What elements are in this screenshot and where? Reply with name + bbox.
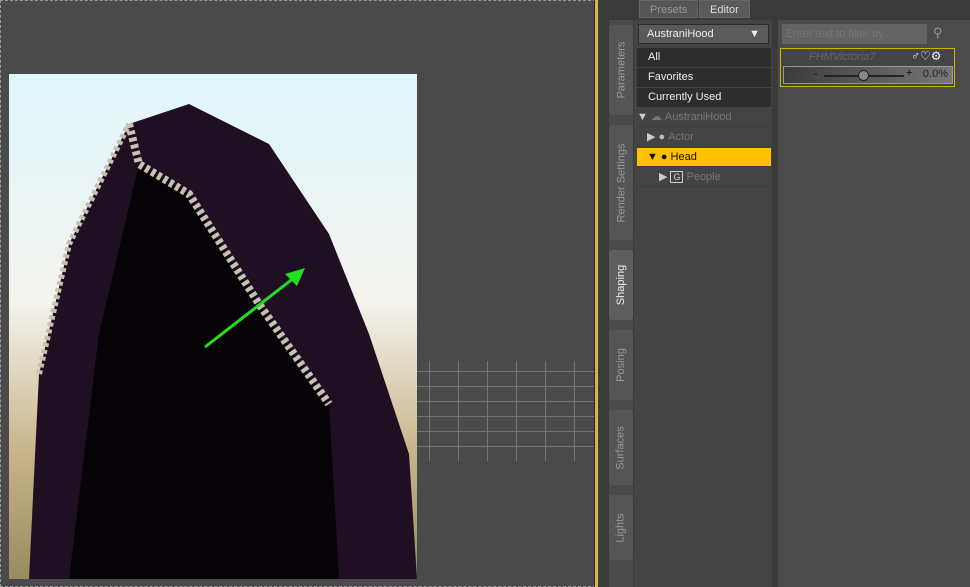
tree-item-people[interactable]: ▶ G People [637, 168, 771, 187]
slider-handle[interactable] [858, 70, 869, 81]
pane-splitter[interactable] [594, 0, 598, 587]
category-all[interactable]: All [637, 48, 771, 67]
pane-tabs: Presets Editor [635, 0, 970, 18]
tree-item-actor[interactable]: ▶ ● Actor [637, 128, 771, 147]
property-fhmvictoria7[interactable]: FHMVictoria7 ♂♡⚙ - + 0.0% [780, 48, 955, 87]
increment-button[interactable]: + [906, 67, 912, 79]
render-preview [9, 74, 417, 579]
dropdown-arrow-icon: ▼ [749, 28, 760, 40]
expand-arrow-icon: ▼ [637, 110, 648, 123]
property-name: FHMVictoria7 [809, 51, 876, 63]
expand-arrow-icon: ▼ [647, 150, 658, 163]
group-box-icon: G [670, 171, 684, 183]
category-currently-used[interactable]: Currently Used [637, 88, 771, 107]
decrement-button[interactable]: - [814, 68, 818, 80]
search-icon[interactable]: ⚲ [933, 25, 943, 41]
collapse-arrow-icon: ▶ [659, 170, 668, 183]
person-icon: ● [658, 130, 666, 143]
viewport[interactable] [0, 0, 596, 587]
figure-group-icon: ☁ [650, 110, 662, 123]
side-tab-shaping[interactable]: Shaping [609, 250, 633, 320]
side-tab-render-settings[interactable]: Render Settings [609, 125, 633, 240]
filter-input[interactable] [782, 24, 927, 44]
side-tab-surfaces[interactable]: Surfaces [609, 410, 633, 485]
node-panel: AustraniHood ▼ All Favorites Currently Us… [634, 20, 772, 587]
side-tab-posing[interactable]: Posing [609, 330, 633, 400]
figure-selector[interactable]: AustraniHood ▼ [638, 24, 769, 44]
person-icon: ● [660, 150, 668, 163]
property-value[interactable]: 0.0% [923, 68, 948, 80]
collapse-arrow-icon: ▶ [647, 130, 656, 143]
side-tab-lights[interactable]: Lights [609, 495, 633, 560]
ground-grid [401, 361, 595, 461]
side-tabs: Parameters Render Settings Shaping Posin… [609, 20, 633, 587]
hood-figure [29, 104, 417, 579]
category-favorites[interactable]: Favorites [637, 68, 771, 87]
tree-item-austranihood[interactable]: ▼ ☁ AustraniHood [637, 108, 771, 127]
tree-item-head[interactable]: ▼ ● Head [637, 148, 771, 167]
tab-editor[interactable]: Editor [699, 0, 750, 18]
property-panel: ⚲ FHMVictoria7 ♂♡⚙ - + 0.0% [778, 20, 970, 587]
tab-presets[interactable]: Presets [639, 0, 699, 18]
value-slider[interactable]: - + 0.0% [783, 66, 953, 84]
link-heart-gear-icons[interactable]: ♂♡⚙ [911, 49, 942, 63]
side-tab-parameters[interactable]: Parameters [609, 25, 633, 115]
